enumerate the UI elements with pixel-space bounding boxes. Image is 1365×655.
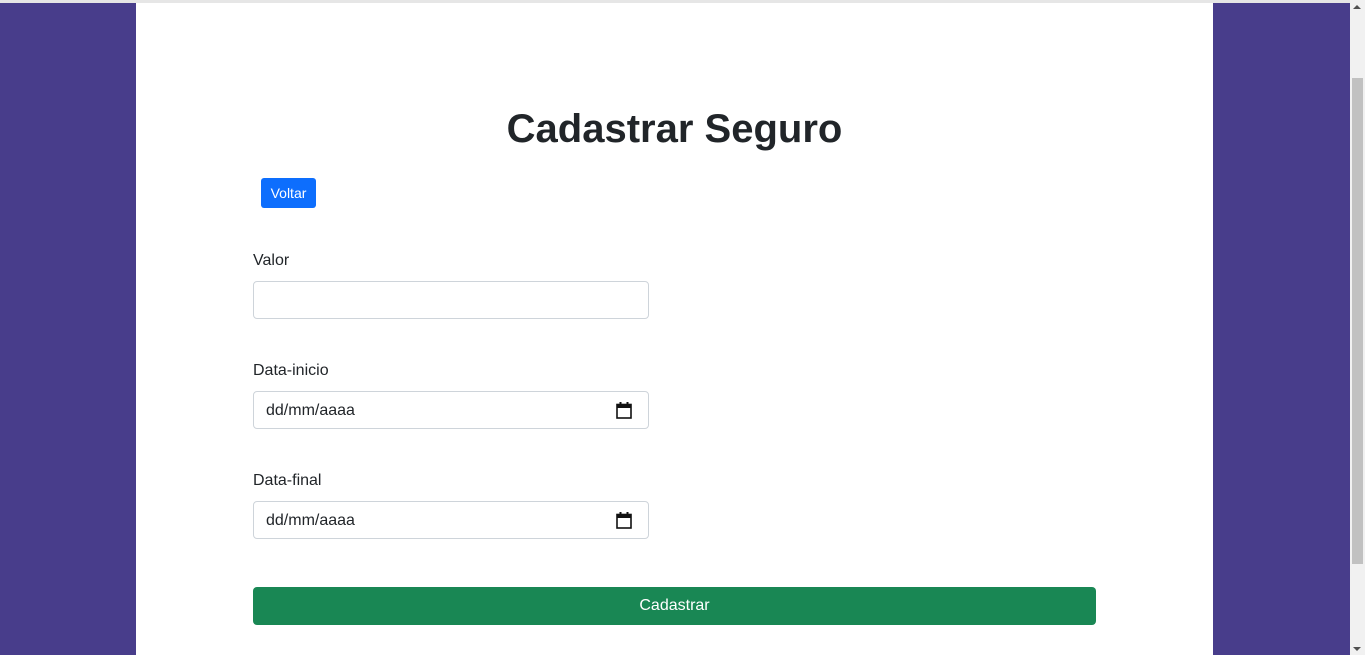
submit-button[interactable]: Cadastrar [253, 587, 1096, 625]
valor-label: Valor [253, 252, 290, 269]
data-inicio-value: dd/mm/aaaa [266, 402, 355, 419]
calendar-icon[interactable] [616, 402, 632, 419]
data-inicio-input[interactable]: dd/mm/aaaa [253, 391, 649, 429]
scroll-down-icon[interactable] [1353, 647, 1361, 651]
scroll-up-icon[interactable] [1353, 5, 1361, 9]
data-inicio-label: Data-inicio [253, 362, 329, 379]
calendar-icon[interactable] [616, 512, 632, 529]
data-final-value: dd/mm/aaaa [266, 512, 355, 529]
scrollbar-thumb[interactable] [1352, 78, 1363, 564]
data-final-label: Data-final [253, 472, 322, 489]
page-title: Cadastrar Seguro [506, 107, 843, 151]
data-final-input[interactable]: dd/mm/aaaa [253, 501, 649, 539]
valor-input[interactable] [254, 282, 648, 318]
back-button[interactable]: Voltar [261, 178, 316, 208]
valor-field-wrapper [253, 281, 649, 319]
vertical-scrollbar[interactable] [1350, 0, 1365, 655]
form-card: Cadastrar Seguro Voltar Valor Data-inici… [136, 3, 1213, 655]
